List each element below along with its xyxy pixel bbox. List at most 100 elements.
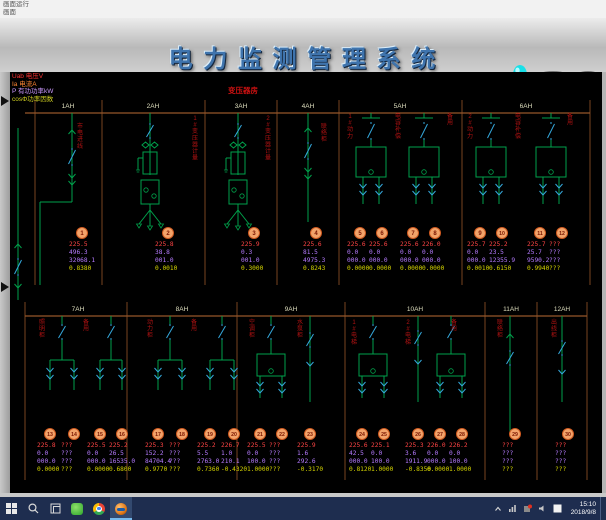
legend-item: Uab 电压V (12, 73, 53, 81)
meter-value-p: ??? (502, 458, 513, 465)
cabinet-meter-icon (369, 170, 374, 175)
gauge-icon (144, 188, 148, 192)
scada-app-icon (115, 503, 127, 515)
cabinet-meter-icon (422, 170, 427, 175)
meter-value-u: 225.3 (145, 442, 164, 449)
taskbar: 15:10 2018/9/8 (0, 497, 606, 520)
meter-value-u: ??? (169, 442, 180, 449)
task-view-button[interactable] (44, 497, 66, 520)
window-titlebar: 画面运行 画面 (0, 0, 606, 19)
tray-network-button[interactable] (508, 504, 517, 513)
meter-value-c: 0.9770 (145, 466, 168, 473)
taskbar-app-green[interactable] (66, 497, 88, 520)
feeder-name-label: 1#动力 (347, 114, 353, 140)
cabinet-meter-icon (269, 369, 274, 374)
meter-value-i: 81.5 (303, 249, 318, 256)
meter-value-c: 0.0000 (369, 265, 392, 272)
meter-number: 20 (231, 432, 237, 438)
meter-block: 18???????????? (169, 429, 188, 474)
meter-value-i: 0.0 (37, 450, 48, 457)
meter-value-i: 0.3 (241, 249, 252, 256)
meter-block: 20226.71.0210.1-0.4320 (221, 429, 247, 474)
legend: Uab 电压VIa 电流AP 有功功率kWcosΦ功率因数 (12, 73, 53, 103)
meter-value-c: 0.8243 (303, 265, 326, 272)
taskbar-apps (0, 497, 132, 520)
meter-value-p: 000.0 (37, 458, 56, 465)
meter-value-c: 0.0010 (155, 265, 178, 272)
meter-value-c: 0.0000 (87, 466, 110, 473)
meter-value-p: 100.0 (371, 458, 390, 465)
meter-number: 21 (257, 432, 263, 438)
meter-block: 16225.226.516535.00.6800 (109, 429, 135, 474)
menu-item-screen[interactable]: 画面 (3, 9, 16, 17)
meter-block: 23225.91.6292.6-0.3170 (297, 429, 323, 474)
meter-value-u: ??? (61, 442, 72, 449)
network-icon (508, 504, 517, 513)
meter-number: 13 (47, 432, 53, 438)
taskbar-clock[interactable]: 15:10 2018/9/8 (571, 501, 596, 516)
bay-label: 9AH (285, 306, 298, 313)
meter-value-p: 16535.0 (109, 458, 135, 465)
meter-value-i: 42.5 (349, 450, 364, 457)
meter-value-p: 2763.0 (197, 458, 220, 465)
taskbar-app-chrome[interactable] (88, 497, 110, 520)
gauge-icon (240, 194, 244, 198)
meter-value-u: 225.2 (109, 442, 128, 449)
winding-fanout (227, 210, 249, 226)
scroll-arrow-icon[interactable] (1, 282, 9, 292)
meter-block: 15225.50.0000.00.0000 (87, 429, 110, 474)
bay-label: 8AH (176, 306, 189, 313)
meter-number: 27 (437, 432, 443, 438)
breaker-icon (108, 324, 115, 340)
meter-value-c: 0.3000 (241, 265, 264, 272)
meter-number: 30 (565, 432, 571, 438)
meter-value-p: 100.0 (449, 458, 468, 465)
meter-value-p: 000.0 (400, 257, 419, 264)
meter-value-i: ??? (269, 450, 280, 457)
meter-block: 12???????????? (549, 228, 568, 273)
meter-value-u: 225.8 (155, 241, 174, 248)
taskbar-search-button[interactable] (22, 497, 44, 520)
metering-box (229, 180, 247, 204)
feeder-name-label: 电容补偿 (515, 112, 521, 140)
scroll-arrow-icon[interactable] (1, 96, 9, 106)
meter-value-u: 225.3 (405, 442, 424, 449)
feeder-name-label: 2#动力 (467, 114, 473, 140)
start-button[interactable] (0, 497, 22, 520)
tray-ime-button[interactable] (553, 504, 562, 513)
tray-expand-button[interactable] (494, 505, 502, 513)
meter-value-u: 225.6 (349, 442, 368, 449)
meter-value-i: 26.5 (109, 450, 124, 457)
meter-value-c: 0.0000 (400, 265, 423, 272)
feeder-name-label: 联络柜 (497, 318, 503, 339)
meter-value-i: 5.5 (197, 450, 208, 457)
meter-value-c: 0.8380 (69, 265, 92, 272)
cabinet-box (356, 147, 386, 177)
meter-value-p: 000.0 (369, 257, 388, 264)
meter-value-u: ??? (555, 442, 566, 449)
meter-number: 19 (207, 432, 213, 438)
meter-value-u: ??? (269, 442, 280, 449)
gauge-icon (152, 194, 156, 198)
feeder-name-label: 空调柜 (249, 318, 255, 339)
taskbar-app-scada-active[interactable] (110, 497, 132, 520)
meter-value-p: ??? (61, 458, 72, 465)
meter-block: 14???????????? (61, 429, 80, 474)
show-desktop-button[interactable] (600, 497, 606, 520)
meter-value-u: 226.0 (422, 241, 441, 248)
meter-value-i: 38.8 (155, 249, 170, 256)
tray-volume-button[interactable] (538, 504, 547, 513)
meter-value-i: 23.5 (489, 249, 504, 256)
cabinet-box (437, 354, 465, 376)
meter-value-u: 226.2 (449, 442, 468, 449)
metering-box (141, 180, 159, 204)
meter-value-i: ??? (549, 249, 560, 256)
meter-value-i: 0.0 (87, 450, 98, 457)
meter-value-c: ??? (269, 466, 280, 473)
meter-value-p: 1911.9 (405, 458, 428, 465)
meter-block: 19225.25.52763.00.7360 (197, 429, 220, 474)
meter-value-c: 1.0000 (371, 466, 394, 473)
tray-alert-button[interactable] (523, 504, 532, 513)
meter-value-i: ??? (169, 450, 180, 457)
meter-value-c: 0.8120 (349, 466, 372, 473)
